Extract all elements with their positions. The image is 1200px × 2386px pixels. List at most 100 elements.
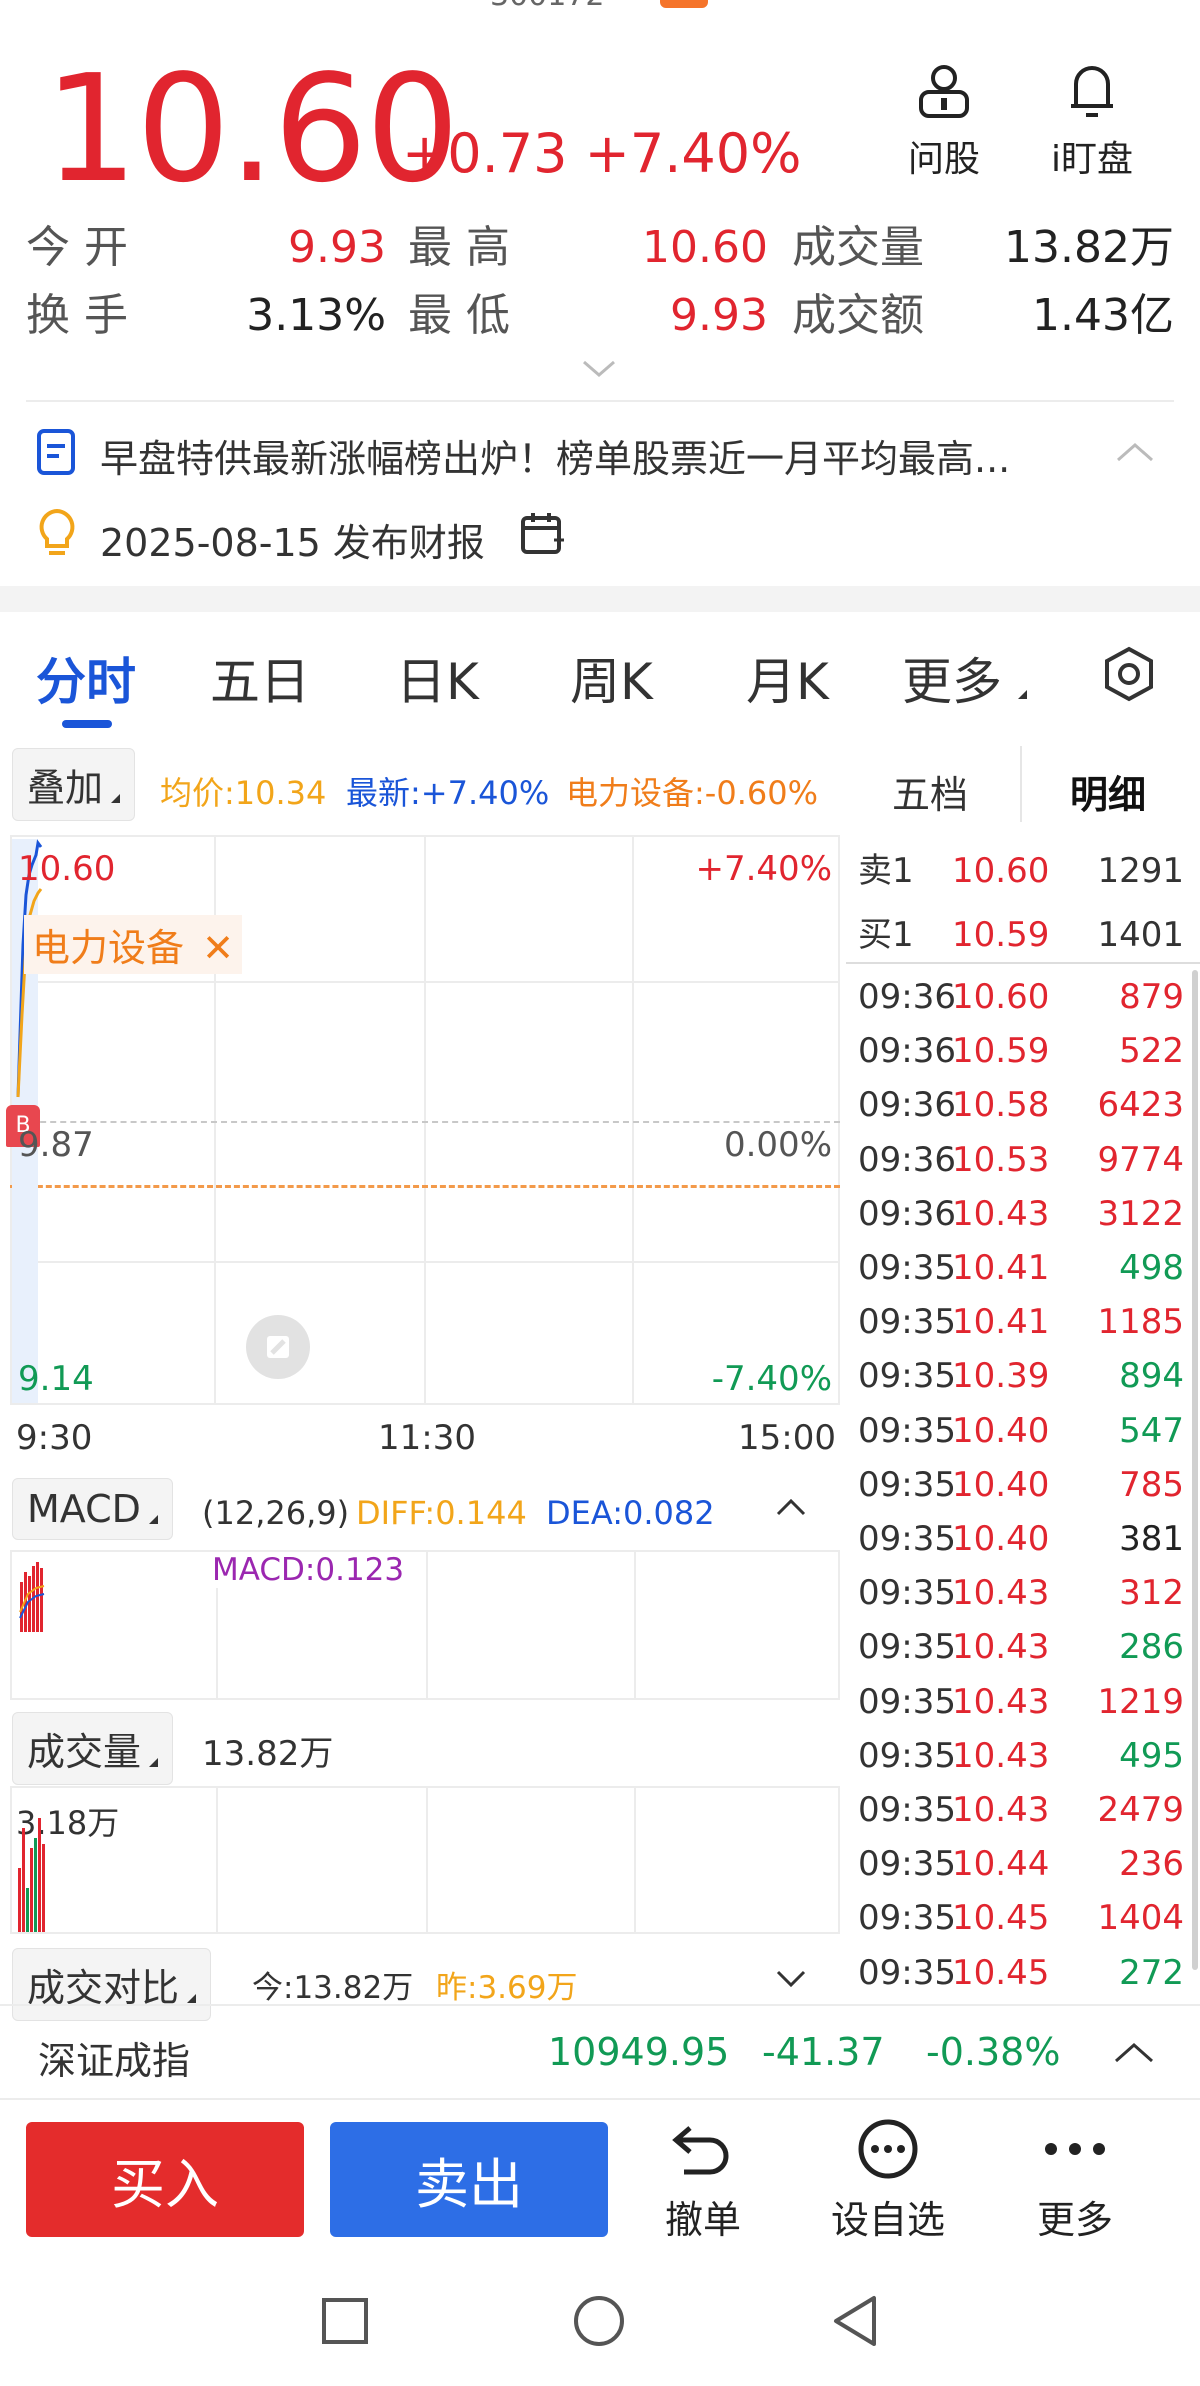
macd-params: (12,26,9)	[202, 1494, 350, 1532]
current-price: 10.60	[44, 43, 460, 215]
draw-tool-button[interactable]	[246, 1315, 310, 1379]
cancel-order-button[interactable]: 撤单	[648, 2118, 758, 2244]
news-headline[interactable]: 早盘特供最新涨幅榜出炉！榜单股票近一月平均最高...	[100, 428, 1080, 483]
index-change-pct: -0.38%	[926, 2030, 1061, 2074]
trade-row: 09:36 10.58 6423	[858, 1078, 1188, 1132]
trade-time: 09:35	[858, 1410, 956, 1451]
buy-button[interactable]: 买入	[26, 2122, 304, 2237]
trade-price: 10.59	[952, 1031, 1050, 1072]
trade-price: 10.43	[952, 1790, 1050, 1830]
tab-detail[interactable]: 明细	[1070, 764, 1146, 819]
pct-mid-label: 0.00%	[723, 1125, 832, 1165]
collapse-macd-icon[interactable]	[776, 1498, 806, 1516]
trade-time: 09:36	[858, 1085, 956, 1126]
index-value: 10949.95	[548, 2030, 730, 2074]
stock-code: 300172	[490, 0, 605, 13]
sell-button[interactable]: 卖出	[330, 2122, 608, 2237]
expand-compare-icon[interactable]	[776, 1970, 806, 1988]
trade-list-scrollbar[interactable]	[1192, 970, 1198, 1970]
trade-time: 09:36	[858, 1139, 956, 1180]
tab-weekly-k[interactable]: 周K	[570, 642, 653, 714]
sector-overlay-tag[interactable]: 电力设备 ✕	[24, 915, 242, 974]
high-value: 10.60	[642, 222, 768, 273]
trade-row: 09:35 10.39 894	[858, 1349, 1188, 1403]
open-label: 今 开	[26, 222, 128, 273]
trade-time: 09:35	[858, 1898, 956, 1939]
trade-time: 09:35	[858, 1573, 956, 1614]
overlay-button[interactable]: 叠加	[12, 748, 136, 821]
change-value: +0.73	[402, 122, 568, 185]
tab-more[interactable]: 更多	[902, 642, 1027, 714]
more-triangle-icon	[1018, 690, 1027, 699]
volume-button[interactable]: 成交量	[12, 1712, 174, 1785]
cancel-order-label: 撤单	[664, 2198, 741, 2242]
trade-price: 10.40	[952, 1519, 1050, 1559]
trade-volume: 894	[1119, 1356, 1184, 1397]
macd-chart[interactable]: MACD:0.123	[10, 1550, 840, 1700]
macd-diff: DIFF:0.144	[356, 1494, 527, 1532]
time-mid: 11:30	[378, 1418, 476, 1458]
trade-volume: 381	[1119, 1519, 1184, 1559]
trade-time: 09:35	[858, 1844, 956, 1885]
home-icon[interactable]	[572, 2294, 626, 2348]
add-watchlist-label: 设自选	[830, 2198, 945, 2242]
close-icon[interactable]: ✕	[202, 926, 234, 970]
trade-price: 10.43	[952, 1735, 1050, 1776]
overlay-triangle-icon	[111, 794, 121, 803]
trade-volume: 9774	[1097, 1139, 1184, 1180]
compare-today: 今:13.82万	[252, 1970, 414, 2006]
tab-intraday[interactable]: 分时	[36, 642, 136, 714]
trade-volume: 1404	[1097, 1898, 1184, 1939]
trade-volume: 2479	[1097, 1790, 1184, 1830]
volume-value: 13.82万	[1004, 222, 1174, 273]
grid-line	[426, 1788, 428, 1932]
trade-price: 10.39	[952, 1356, 1050, 1397]
trade-price: 10.41	[952, 1302, 1050, 1343]
calendar-add-icon[interactable]	[520, 510, 566, 556]
trade-volume: 272	[1119, 1952, 1184, 1993]
macd-label: MACD	[27, 1487, 141, 1531]
avg-price: 均价:10.34	[160, 774, 327, 812]
add-watchlist-button[interactable]: 设自选	[820, 2118, 956, 2244]
trade-row: 09:36 10.60 879	[858, 970, 1188, 1024]
trade-price: 10.40	[952, 1410, 1050, 1451]
bell-icon	[1071, 66, 1113, 117]
intraday-chart[interactable]: B 10.60 9.87 9.14 +7.40% 0.00% -7.40% 电力…	[6, 835, 840, 1405]
compare-button[interactable]: 成交对比	[12, 1948, 212, 2021]
ask-stock-icon	[919, 65, 969, 118]
back-icon[interactable]	[830, 2294, 880, 2348]
volume-label: 成交量	[792, 222, 924, 273]
pct-top-label: +7.40%	[695, 849, 833, 889]
index-expand-icon[interactable]	[1114, 2042, 1154, 2064]
tab-monthly-k[interactable]: 月K	[746, 642, 829, 714]
side-tab-divider	[1020, 746, 1022, 822]
trade-row: 09:35 10.45 272	[858, 1946, 1188, 2000]
trade-price: 10.43	[952, 1573, 1050, 1614]
trade-row: 09:35 10.44 236	[858, 1837, 1188, 1891]
volume-total: 13.82万	[202, 1734, 334, 1774]
trade-price: 10.58	[952, 1085, 1050, 1126]
amount-label: 成交额	[792, 290, 924, 341]
macd-button[interactable]: MACD	[12, 1478, 173, 1540]
volume-chart[interactable]: 3.18万	[10, 1786, 840, 1934]
trade-price: 10.41	[952, 1248, 1050, 1288]
order-book-buy1: 买1 10.59 1401	[858, 908, 1188, 962]
index-name[interactable]: 深证成指	[38, 2030, 190, 2085]
recent-apps-icon[interactable]	[320, 2296, 370, 2346]
tab-five-day[interactable]: 五日	[210, 642, 310, 714]
ask-stock-button[interactable]: 问股	[884, 62, 1004, 182]
tab-daily-k[interactable]: 日K	[396, 642, 479, 714]
expand-chevron-icon[interactable]	[582, 360, 616, 378]
overlay-label: 叠加	[27, 766, 104, 810]
more-label: 更多	[1036, 2198, 1113, 2242]
watch-alert-button[interactable]: i盯盘	[1032, 62, 1152, 182]
collapse-news-icon[interactable]	[1116, 442, 1154, 462]
macd-bars	[19, 1562, 45, 1632]
tab-order-book[interactable]: 五档	[892, 764, 968, 819]
stock-tag	[660, 0, 708, 8]
trade-row: 09:35 10.43 286	[858, 1620, 1188, 1674]
settings-hex-icon[interactable]	[1100, 645, 1158, 703]
trade-price: 10.43	[952, 1193, 1050, 1234]
price-bottom-label: 9.14	[18, 1359, 94, 1399]
more-button[interactable]: 更多	[1020, 2118, 1130, 2244]
